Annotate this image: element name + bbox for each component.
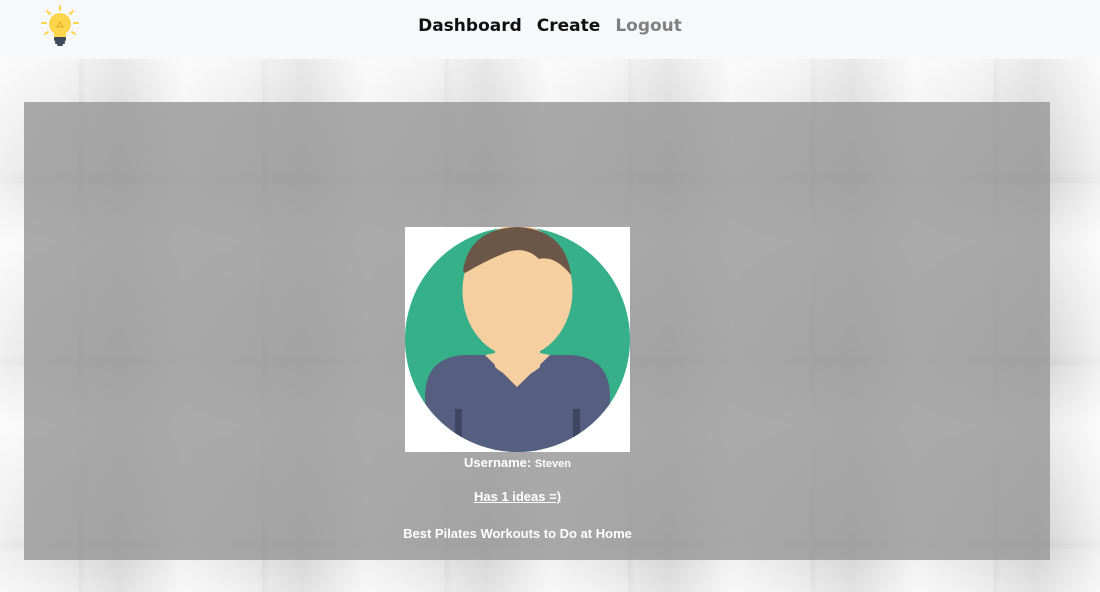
nav-link-create[interactable]: Create <box>537 16 601 36</box>
username-line: Username: Steven <box>24 455 1011 470</box>
nav-link-dashboard[interactable]: Dashboard <box>418 16 522 36</box>
username-label: Username: <box>464 455 532 470</box>
navbar: Dashboard Create Logout <box>0 0 1100 59</box>
username-value: Steven <box>534 458 571 470</box>
nav-link-logout[interactable]: Logout <box>615 16 682 36</box>
ideas-count-link[interactable]: Has 1 ideas =) <box>474 489 561 504</box>
idea-title: Best Pilates Workouts to Do at Home <box>403 526 632 541</box>
profile-panel: Username: Steven Has 1 ideas =) Best Pil… <box>24 102 1050 560</box>
ideas-count: Has 1 ideas =) <box>24 489 1011 504</box>
main-nav: Dashboard Create Logout <box>0 0 1100 52</box>
user-avatar-icon <box>405 225 630 452</box>
